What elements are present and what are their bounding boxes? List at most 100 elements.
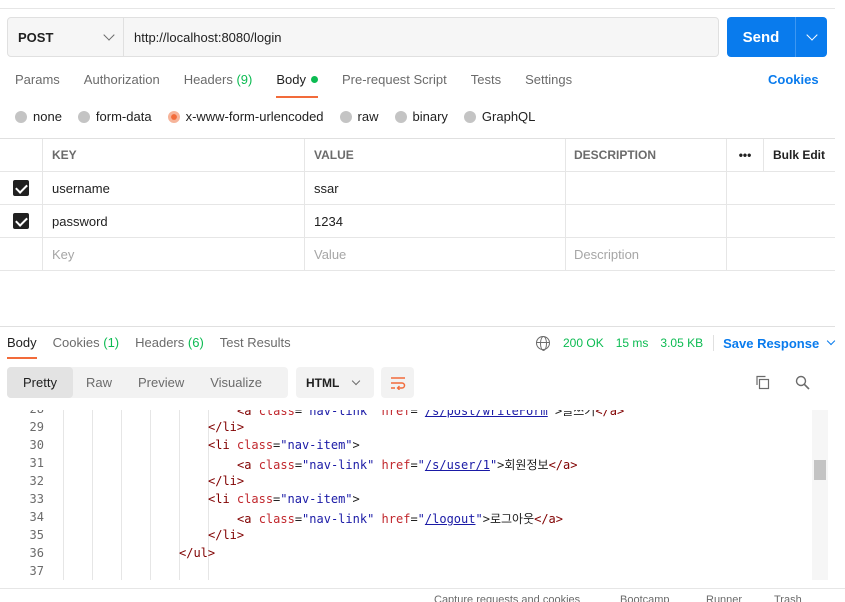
radio-icon (77, 110, 90, 123)
key-cell[interactable]: username (43, 172, 305, 204)
tab-label: Params (15, 72, 60, 87)
tab-label: Test Results (219, 335, 291, 350)
wrap-lines-button[interactable] (381, 367, 414, 398)
capture-requests-link[interactable]: Capture requests and cookies (434, 594, 580, 602)
trash-link[interactable]: Trash (774, 594, 802, 602)
globe-icon[interactable] (536, 336, 550, 351)
line-number: 35 (29, 528, 44, 542)
indent-guide (121, 410, 122, 580)
radio-graphql[interactable]: GraphQL (463, 109, 536, 124)
description-cell[interactable] (566, 172, 727, 204)
radio-urlencoded[interactable]: x-www-form-urlencoded (167, 109, 324, 124)
tab-label: Pre-request Script (341, 72, 447, 87)
line-number: 29 (29, 420, 44, 434)
row-checkbox-cell (0, 205, 43, 237)
radio-form-data[interactable]: form-data (77, 109, 152, 124)
tab-label: Body (276, 72, 306, 87)
view-preview[interactable]: Preview (125, 367, 197, 398)
radio-label: none (33, 109, 62, 124)
row-spacer (727, 205, 835, 237)
tab-response-cookies[interactable]: Cookies (1) (53, 335, 119, 359)
scrollbar-thumb[interactable] (814, 460, 826, 480)
format-label: HTML (306, 375, 340, 390)
tab-body[interactable]: Body (276, 72, 318, 98)
response-time[interactable]: 15 ms (616, 336, 649, 350)
search-icon[interactable] (795, 375, 810, 390)
body-type-radios: none form-data x-www-form-urlencoded raw… (15, 109, 551, 124)
radio-none[interactable]: none (15, 109, 62, 124)
format-select[interactable]: HTML (296, 367, 374, 398)
send-button[interactable]: Send (727, 17, 795, 57)
header-checkbox-cell (0, 139, 43, 171)
url-input[interactable]: http://localhost:8080/login (124, 18, 718, 56)
checkbox-checked[interactable] (13, 213, 29, 229)
tab-tests[interactable]: Tests (471, 72, 501, 98)
description-cell[interactable] (566, 205, 727, 237)
tab-response-body[interactable]: Body (7, 335, 37, 359)
code-line: </li> (208, 474, 245, 488)
chevron-down-icon (805, 29, 818, 41)
more-options-button[interactable]: ••• (727, 139, 764, 171)
radio-label: form-data (95, 109, 152, 124)
view-visualize[interactable]: Visualize (197, 367, 275, 398)
radio-label: raw (357, 109, 379, 124)
tab-test-results[interactable]: Test Results (220, 335, 291, 359)
response-size[interactable]: 3.05 KB (660, 336, 703, 350)
tab-pre-request-script[interactable]: Pre-request Script (342, 72, 447, 98)
table-row: username ssar (0, 172, 835, 205)
pane-divider[interactable] (0, 326, 835, 327)
tab-label: Body (7, 335, 37, 350)
radio-raw[interactable]: raw (339, 109, 379, 124)
radio-icon (463, 110, 476, 123)
method-label: POST (18, 29, 54, 45)
code-line: </li> (208, 420, 245, 434)
tab-response-headers[interactable]: Headers (6) (135, 335, 204, 359)
status-footer: Capture requests and cookies Bootcamp Ru… (0, 588, 845, 602)
chevron-down-icon (103, 29, 115, 41)
tab-settings[interactable]: Settings (525, 72, 572, 98)
checkbox-checked[interactable] (13, 180, 29, 196)
indent-guide (150, 410, 151, 580)
tab-headers[interactable]: Headers (9) (184, 72, 253, 98)
method-select[interactable]: POST (8, 18, 124, 56)
response-tabs: Body Cookies (1) Headers (6) Test Result… (7, 335, 307, 359)
value-input[interactable]: Value (305, 238, 566, 270)
view-pretty[interactable]: Pretty (7, 367, 73, 398)
code-line: <li class="nav-item"> (208, 492, 360, 506)
wrap-lines-icon (390, 376, 405, 390)
bootcamp-link[interactable]: Bootcamp (620, 594, 670, 602)
tab-params[interactable]: Params (15, 72, 60, 98)
response-code-viewer[interactable]: 28 29 30 31 32 33 34 35 36 37 <a class="… (0, 410, 828, 580)
radio-icon (339, 110, 352, 123)
row-checkbox-cell (0, 172, 43, 204)
table-header-row: KEY VALUE DESCRIPTION ••• Bulk Edit (0, 139, 835, 172)
runner-link[interactable]: Runner (706, 594, 742, 602)
status-code[interactable]: 200 OK (563, 336, 604, 350)
copy-icon[interactable] (755, 375, 770, 390)
radio-label: GraphQL (481, 109, 536, 124)
radio-label: binary (412, 109, 448, 124)
scrollbar-track[interactable] (812, 410, 828, 580)
tab-authorization[interactable]: Authorization (84, 72, 160, 98)
value-cell[interactable]: ssar (305, 172, 566, 204)
description-input[interactable]: Description (566, 238, 727, 270)
value-cell[interactable]: 1234 (305, 205, 566, 237)
line-number: 33 (29, 492, 44, 506)
cookies-link[interactable]: Cookies (768, 72, 819, 87)
more-icon: ••• (738, 148, 752, 162)
tab-label: Headers (135, 335, 185, 350)
params-table: KEY VALUE DESCRIPTION ••• Bulk Edit user… (0, 138, 835, 271)
key-cell[interactable]: password (43, 205, 305, 237)
send-button-group: Send (727, 17, 827, 57)
table-row: password 1234 (0, 205, 835, 238)
key-input[interactable]: Key (43, 238, 305, 270)
send-options-button[interactable] (795, 17, 827, 57)
view-raw[interactable]: Raw (73, 367, 125, 398)
radio-binary[interactable]: binary (394, 109, 448, 124)
column-header-value: VALUE (305, 139, 566, 171)
bulk-edit-button[interactable]: Bulk Edit (764, 139, 835, 171)
request-tabs: Params Authorization Headers (9) Body Pr… (15, 72, 596, 98)
save-response-button[interactable]: Save Response (723, 336, 836, 351)
indent-guide (63, 410, 64, 580)
code-line: <a class="nav-link" href="/s/post/writeF… (237, 410, 625, 418)
